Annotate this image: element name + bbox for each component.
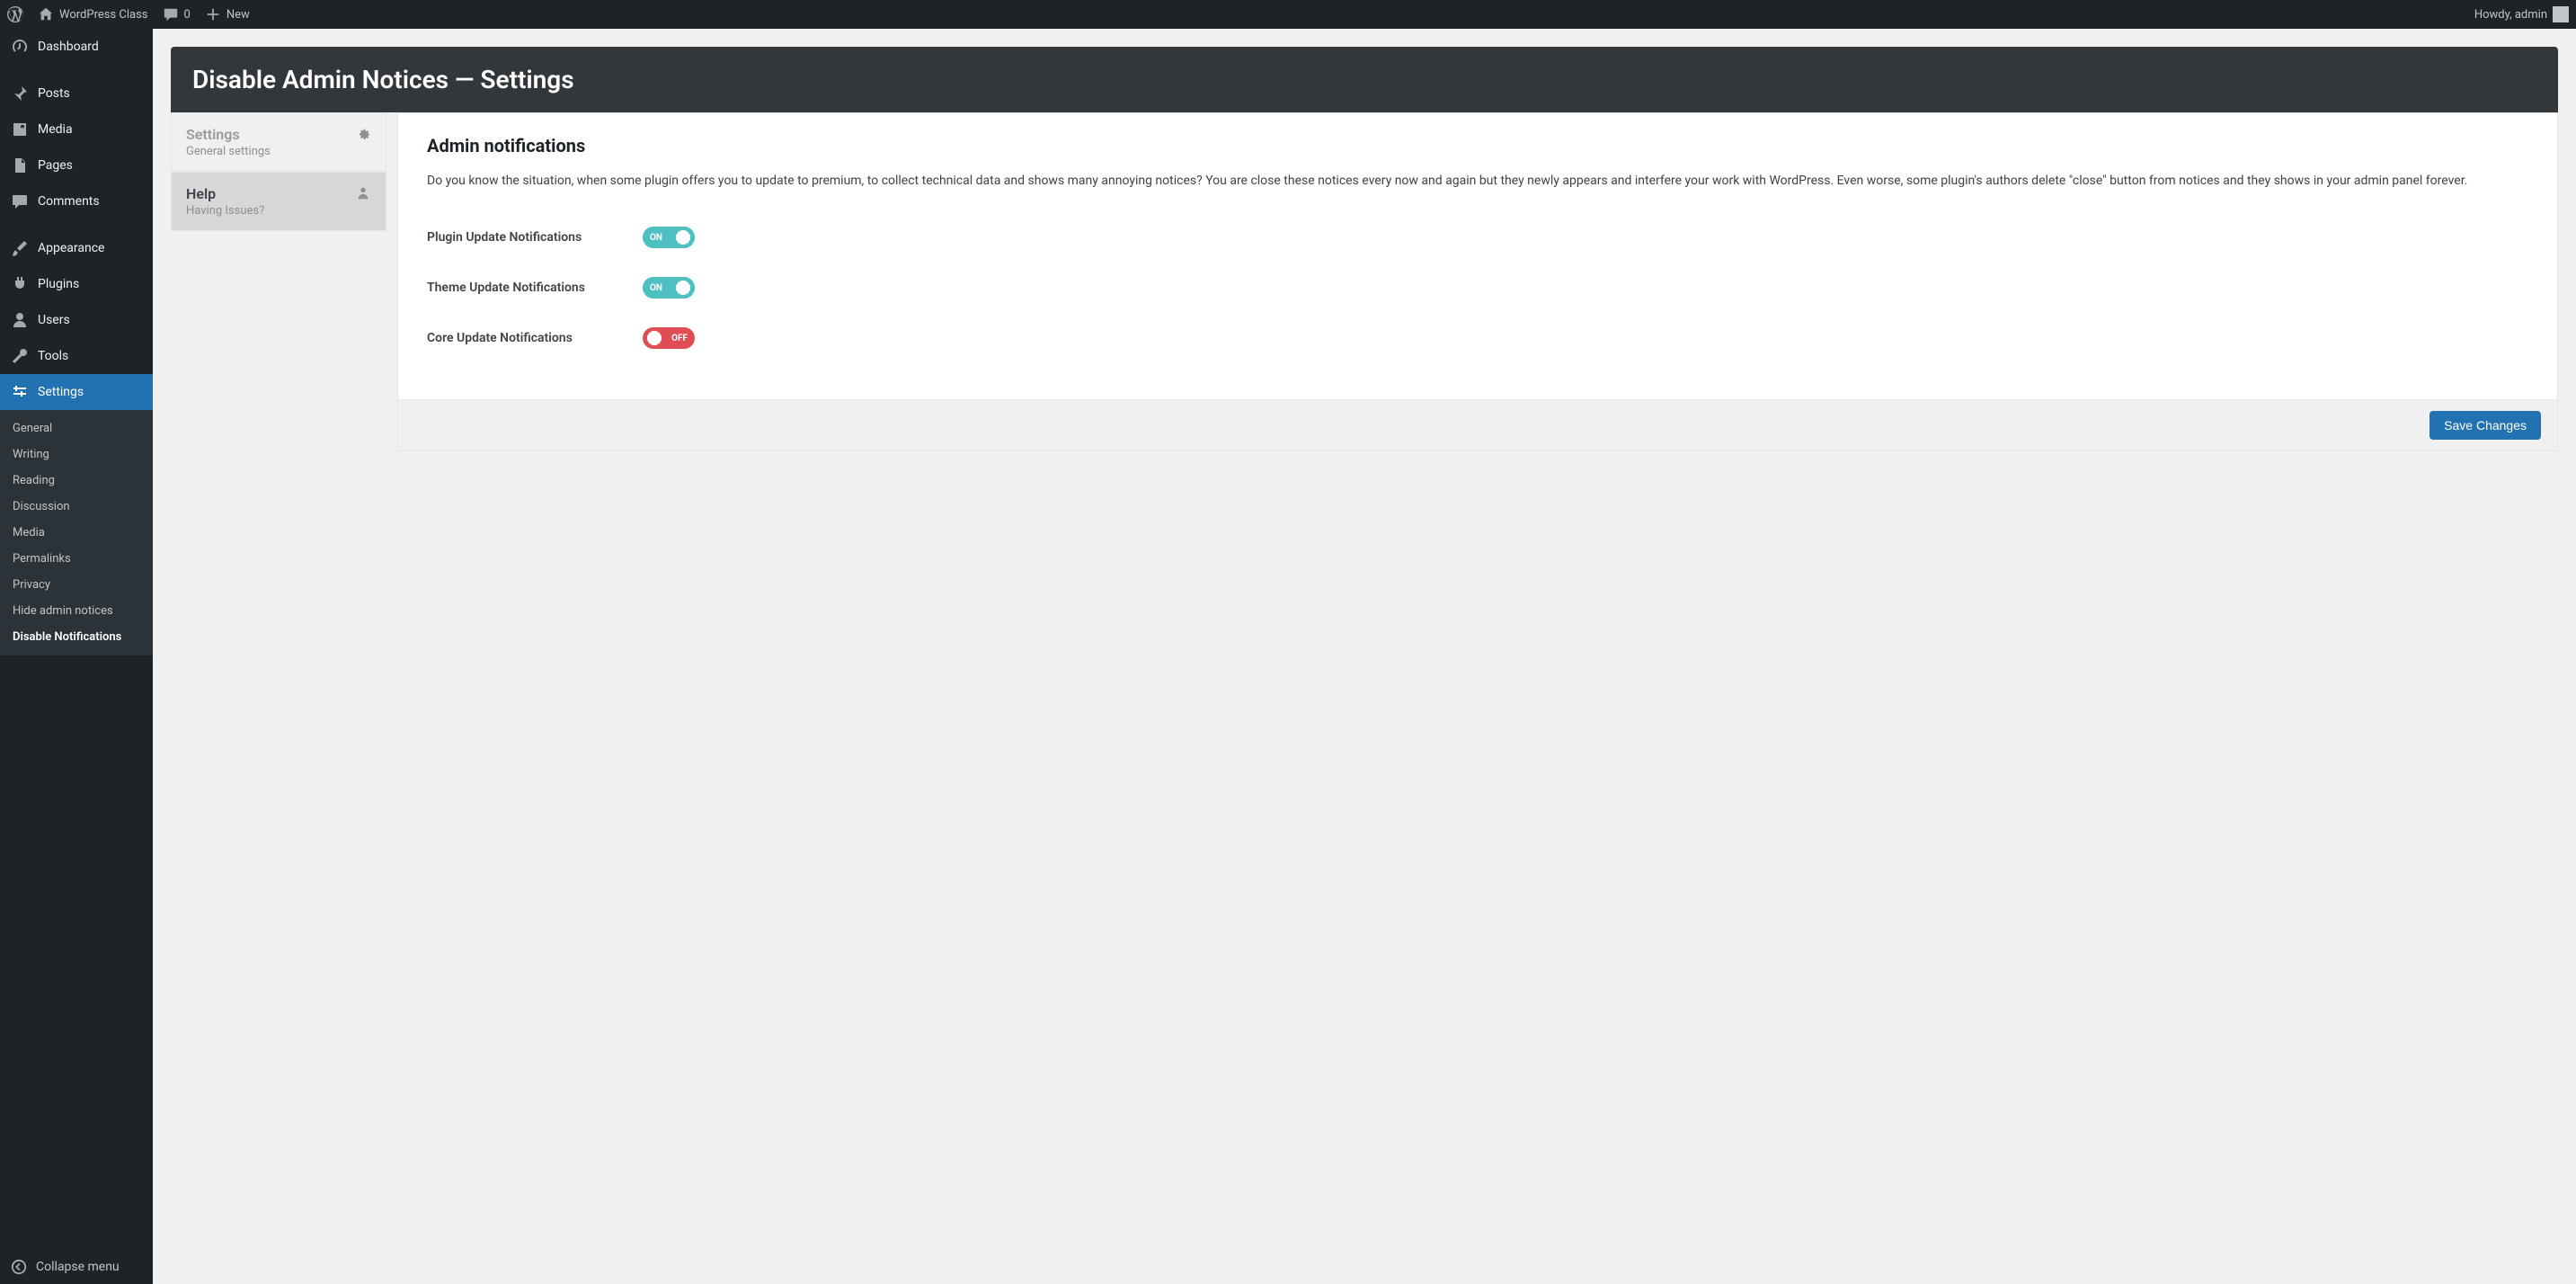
submenu-writing[interactable]: Writing (0, 441, 153, 468)
wordpress-icon (7, 6, 23, 22)
pin-icon (11, 85, 29, 103)
home-icon (38, 6, 54, 22)
person-icon (355, 185, 371, 201)
tab-settings-title: Settings (186, 126, 271, 143)
main-content: Disable Admin Notices — Settings Setting… (153, 29, 2576, 1284)
submenu-media[interactable]: Media (0, 520, 153, 546)
menu-media[interactable]: Media (0, 111, 153, 147)
comments-count: 0 (184, 8, 191, 22)
setting-label: Plugin Update Notifications (427, 230, 643, 245)
menu-appearance[interactable]: Appearance (0, 230, 153, 266)
menu-plugins[interactable]: Plugins (0, 266, 153, 302)
plus-icon (205, 6, 221, 22)
toggle-knob (676, 230, 690, 245)
new-label: New (227, 8, 250, 22)
tab-settings-sub: General settings (186, 145, 271, 158)
submenu-reading[interactable]: Reading (0, 468, 153, 494)
tab-help[interactable]: Help Having Issues? (171, 172, 386, 231)
comment-icon (163, 6, 179, 22)
panel-description: Do you know the situation, when some plu… (427, 171, 2528, 191)
submenu-hide-notices[interactable]: Hide admin notices (0, 598, 153, 624)
comment-icon (11, 192, 29, 210)
submenu-disable-notifications[interactable]: Disable Notifications (0, 624, 153, 650)
tab-help-title: Help (186, 185, 264, 202)
wrench-icon (11, 347, 29, 365)
admin-sidebar: Dashboard Posts Media Pages Comments App… (0, 29, 153, 1284)
submenu-general[interactable]: General (0, 415, 153, 441)
setting-core-update: Core Update Notifications OFF (427, 313, 2528, 363)
user-icon (11, 311, 29, 329)
menu-dashboard[interactable]: Dashboard (0, 29, 153, 65)
page-title: Disable Admin Notices — Settings (171, 47, 2558, 112)
setting-plugin-update: Plugin Update Notifications ON (427, 212, 2528, 263)
menu-pages[interactable]: Pages (0, 147, 153, 183)
tab-settings[interactable]: Settings General settings (171, 112, 386, 172)
settings-panel: Admin notifications Do you know the situ… (397, 112, 2558, 451)
toggle-knob (647, 331, 662, 345)
menu-posts[interactable]: Posts (0, 76, 153, 111)
admin-bar: WordPress Class 0 New Howdy, admin (0, 0, 2576, 29)
media-icon (11, 120, 29, 138)
menu-settings[interactable]: Settings (0, 374, 153, 410)
dashboard-icon (11, 38, 29, 56)
save-button[interactable]: Save Changes (2429, 411, 2541, 440)
submenu-discussion[interactable]: Discussion (0, 494, 153, 520)
plug-icon (11, 275, 29, 293)
comments-link[interactable]: 0 (163, 6, 191, 22)
collapse-menu[interactable]: Collapse menu (0, 1250, 153, 1284)
menu-users[interactable]: Users (0, 302, 153, 338)
page-icon (11, 156, 29, 174)
setting-theme-update: Theme Update Notifications ON (427, 263, 2528, 313)
wp-logo[interactable] (7, 6, 23, 22)
menu-tools[interactable]: Tools (0, 338, 153, 374)
toggle-plugin-update[interactable]: ON (643, 227, 695, 248)
new-content[interactable]: New (205, 6, 250, 22)
tab-help-sub: Having Issues? (186, 204, 264, 218)
submenu-privacy[interactable]: Privacy (0, 572, 153, 598)
panel-footer: Save Changes (398, 399, 2557, 450)
brush-icon (11, 239, 29, 257)
setting-label: Theme Update Notifications (427, 281, 643, 295)
submenu-permalinks[interactable]: Permalinks (0, 546, 153, 572)
site-name: WordPress Class (59, 8, 148, 22)
gear-icon (355, 126, 371, 142)
menu-comments[interactable]: Comments (0, 183, 153, 219)
setting-label: Core Update Notifications (427, 331, 643, 345)
toggle-knob (676, 281, 690, 295)
settings-submenu: General Writing Reading Discussion Media… (0, 410, 153, 655)
collapse-icon (11, 1259, 27, 1275)
sliders-icon (11, 383, 29, 401)
account-menu[interactable]: Howdy, admin (2474, 6, 2569, 22)
toggle-core-update[interactable]: OFF (643, 327, 695, 349)
toggle-theme-update[interactable]: ON (643, 277, 695, 299)
site-home[interactable]: WordPress Class (38, 6, 148, 22)
panel-heading: Admin notifications (427, 135, 2528, 156)
avatar (2553, 6, 2569, 22)
howdy-text: Howdy, admin (2474, 8, 2547, 22)
